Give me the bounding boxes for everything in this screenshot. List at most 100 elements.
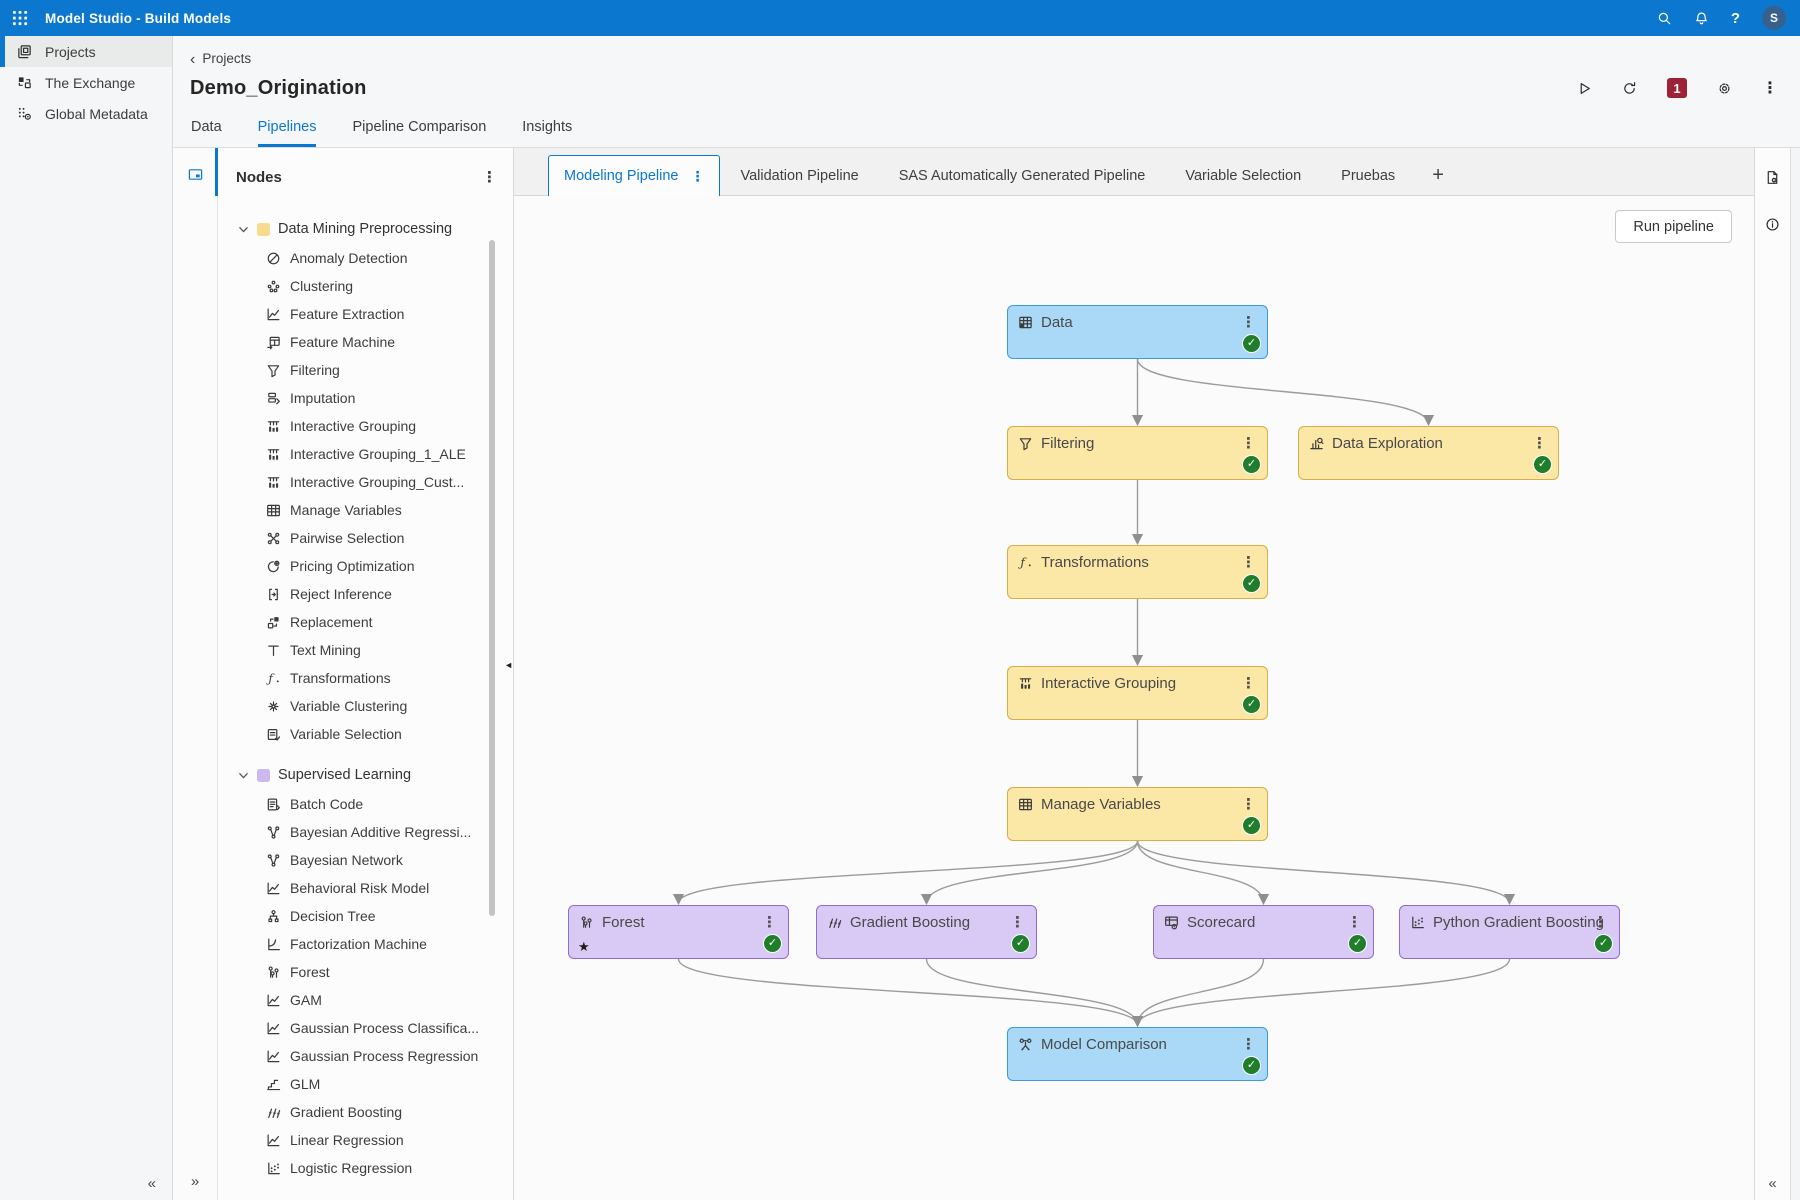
notifications-icon[interactable] [1694,11,1709,26]
pipeline-node-manage-variables[interactable]: Manage Variables⋮✓ [1007,787,1268,841]
node-list-item-interactive-grouping-cust[interactable]: Interactive Grouping_Cust... [218,468,513,496]
avatar[interactable]: S [1762,6,1786,30]
tab-insights[interactable]: Insights [522,119,572,147]
node-list-item-bayesian-additive-regressi[interactable]: Bayesian Additive Regressi... [218,818,513,846]
node-list-item-interactive-grouping[interactable]: Interactive Grouping [218,412,513,440]
pipeline-tab-sas-automatically-generated-pipeline[interactable]: SAS Automatically Generated Pipeline [879,156,1166,195]
nodes-list-scrollbar[interactable] [489,240,495,916]
pipeline-node-gradient-boosting[interactable]: Gradient Boosting⋮✓ [816,905,1037,959]
app-switcher-icon[interactable] [12,10,29,27]
pipeline-tab-modeling-pipeline[interactable]: Modeling Pipeline⋮ [548,155,720,196]
node-list-item-gradient-boosting[interactable]: Gradient Boosting [218,1098,513,1126]
node-list-item-label: Gradient Boosting [290,1104,402,1120]
node-list-item-variable-clustering[interactable]: Variable Clustering [218,692,513,720]
node-list-item-logistic-regression[interactable]: Logistic Regression [218,1154,513,1182]
node-list-item-batch-code[interactable]: Batch Code [218,790,513,818]
pipeline-tab-validation-pipeline[interactable]: Validation Pipeline [720,156,878,195]
node-menu-icon[interactable]: ⋮ [762,913,777,931]
sidebar-item-global-metadata[interactable]: Global Metadata [0,98,172,129]
node-list-item-transformations[interactable]: ƒTransformations [218,664,513,692]
node-list-item-clustering[interactable]: Clustering [218,272,513,300]
node-menu-icon[interactable]: ⋮ [1241,553,1256,571]
refresh-icon[interactable] [1622,81,1637,96]
node-menu-icon[interactable]: ⋮ [1532,434,1547,452]
search-icon[interactable] [1657,11,1672,26]
node-list-item-factorization-machine[interactable]: Factorization Machine [218,930,513,958]
node-list-item-forest[interactable]: Forest [218,958,513,986]
info-icon[interactable] [1765,217,1780,232]
node-list-item-interactive-grouping-1-ale[interactable]: Interactive Grouping_1_ALE [218,440,513,468]
tab-pipeline-comparison[interactable]: Pipeline Comparison [352,119,486,147]
pipeline-tab-label: Validation Pipeline [740,168,858,184]
run-pipeline-button[interactable]: Run pipeline [1615,210,1732,243]
node-menu-icon[interactable]: ⋮ [1241,674,1256,692]
pipeline-canvas[interactable]: Data⋮✓ Filtering⋮✓ Data Exploration⋮✓ ƒTran… [514,196,1754,1200]
pipeline-tab-variable-selection[interactable]: Variable Selection [1165,156,1321,195]
node-list-item-anomaly-detection[interactable]: Anomaly Detection [218,244,513,272]
node-list-item-bayesian-network[interactable]: Bayesian Network [218,846,513,874]
right-rail-collapse-button[interactable]: « [1755,1175,1790,1192]
node-menu-icon[interactable]: ⋮ [1241,434,1256,452]
add-pipeline-button[interactable]: + [1415,156,1461,195]
node-list-item-filtering[interactable]: Filtering [218,356,513,384]
node-list-item-reject-inference[interactable]: Reject Inference [218,580,513,608]
notification-badge[interactable]: 1 [1667,78,1687,98]
pipeline-node-transformations[interactable]: ƒTransformations⋮✓ [1007,545,1268,599]
pipeline-node-forest[interactable]: Forest⋮★✓ [568,905,789,959]
help-icon[interactable]: ? [1731,10,1740,27]
pipeline-node-interactive-grouping[interactable]: Interactive Grouping⋮✓ [1007,666,1268,720]
node-list-item-feature-extraction[interactable]: Feature Extraction [218,300,513,328]
pipeline-tab-pruebas[interactable]: Pruebas [1321,156,1415,195]
bayesian-network-icon [265,853,281,868]
edge-python-gradient-boosting-to-model-comparison [1138,959,1510,1025]
pipeline-node-scorecard[interactable]: Scorecard⋮✓ [1153,905,1374,959]
node-menu-icon[interactable]: ⋮ [1241,795,1256,813]
node-list-item-manage-variables[interactable]: Manage Variables [218,496,513,524]
node-list-item-linear-regression[interactable]: Linear Regression [218,1126,513,1154]
node-group-supervised-learning[interactable]: Supervised Learning [218,760,513,790]
node-list-item-gaussian-process-regression[interactable]: Gaussian Process Regression [218,1042,513,1070]
node-list-item-feature-machine[interactable]: Feature Machine [218,328,513,356]
node-menu-icon[interactable]: ⋮ [1347,913,1362,931]
node-list-item-decision-tree[interactable]: Decision Tree [218,902,513,930]
tab-data[interactable]: Data [191,119,222,147]
pipeline-node-filtering[interactable]: Filtering⋮✓ [1007,426,1268,480]
node-list-item-imputation[interactable]: Imputation [218,384,513,412]
node-list-item-pairwise-selection[interactable]: Pairwise Selection [218,524,513,552]
panel-expand-button[interactable]: » [173,1173,217,1190]
node-list-item-gaussian-process-classifica[interactable]: Gaussian Process Classifica... [218,1014,513,1042]
sidebar-item-projects[interactable]: Projects [0,36,172,67]
more-menu-icon[interactable]: ⋮ [1762,78,1778,98]
pipeline-node-data[interactable]: Data⋮✓ [1007,305,1268,359]
pipeline-node-python-gradient-boosting[interactable]: Python Gradient Boosting⋮✓ [1399,905,1620,959]
run-icon[interactable] [1577,81,1592,96]
node-menu-icon[interactable]: ⋮ [1010,913,1025,931]
nodes-panel-toggle-icon[interactable] [188,167,203,1200]
settings-gear-icon[interactable] [1717,81,1732,96]
pipeline-tab-menu-icon[interactable]: ⋮ [690,168,704,185]
node-list-item-variable-selection[interactable]: Variable Selection [218,720,513,748]
node-list-item-replacement[interactable]: Replacement [218,608,513,636]
pipeline-node-model-comparison[interactable]: Model Comparison⋮✓ [1007,1027,1268,1081]
node-list-item-glm[interactable]: GLM [218,1070,513,1098]
pipeline-node-data-exploration[interactable]: Data Exploration⋮✓ [1298,426,1559,480]
node-list-item-text-mining[interactable]: Text Mining [218,636,513,664]
node-list-item-gam[interactable]: GAM [218,986,513,1014]
glm-icon [265,1077,281,1092]
node-menu-icon[interactable]: ⋮ [1241,1035,1256,1053]
sidebar-collapse-button[interactable]: « [148,1175,156,1192]
node-menu-icon[interactable]: ⋮ [1593,913,1608,931]
tab-pipelines[interactable]: Pipelines [258,119,317,147]
node-group-data-mining-preprocessing[interactable]: Data Mining Preprocessing [218,214,513,244]
node-menu-icon[interactable]: ⋮ [1241,313,1256,331]
node-list-item-behavioral-risk-model[interactable]: Behavioral Risk Model [218,874,513,902]
nodes-panel-collapse-handle[interactable]: ◄ [504,660,513,670]
nodes-panel-menu-icon[interactable]: ⋮ [482,168,497,186]
pipeline-report-icon[interactable] [1765,170,1780,185]
sidebar-item-the-exchange[interactable]: The Exchange [0,67,172,98]
edge-forest-to-model-comparison [679,959,1138,1025]
group-color-swatch [257,769,270,782]
node-list-item-pricing-optimization[interactable]: Pricing Optimization [218,552,513,580]
breadcrumb[interactable]: ‹ Projects [173,36,1800,66]
node-label: Interactive Grouping [1041,675,1176,692]
